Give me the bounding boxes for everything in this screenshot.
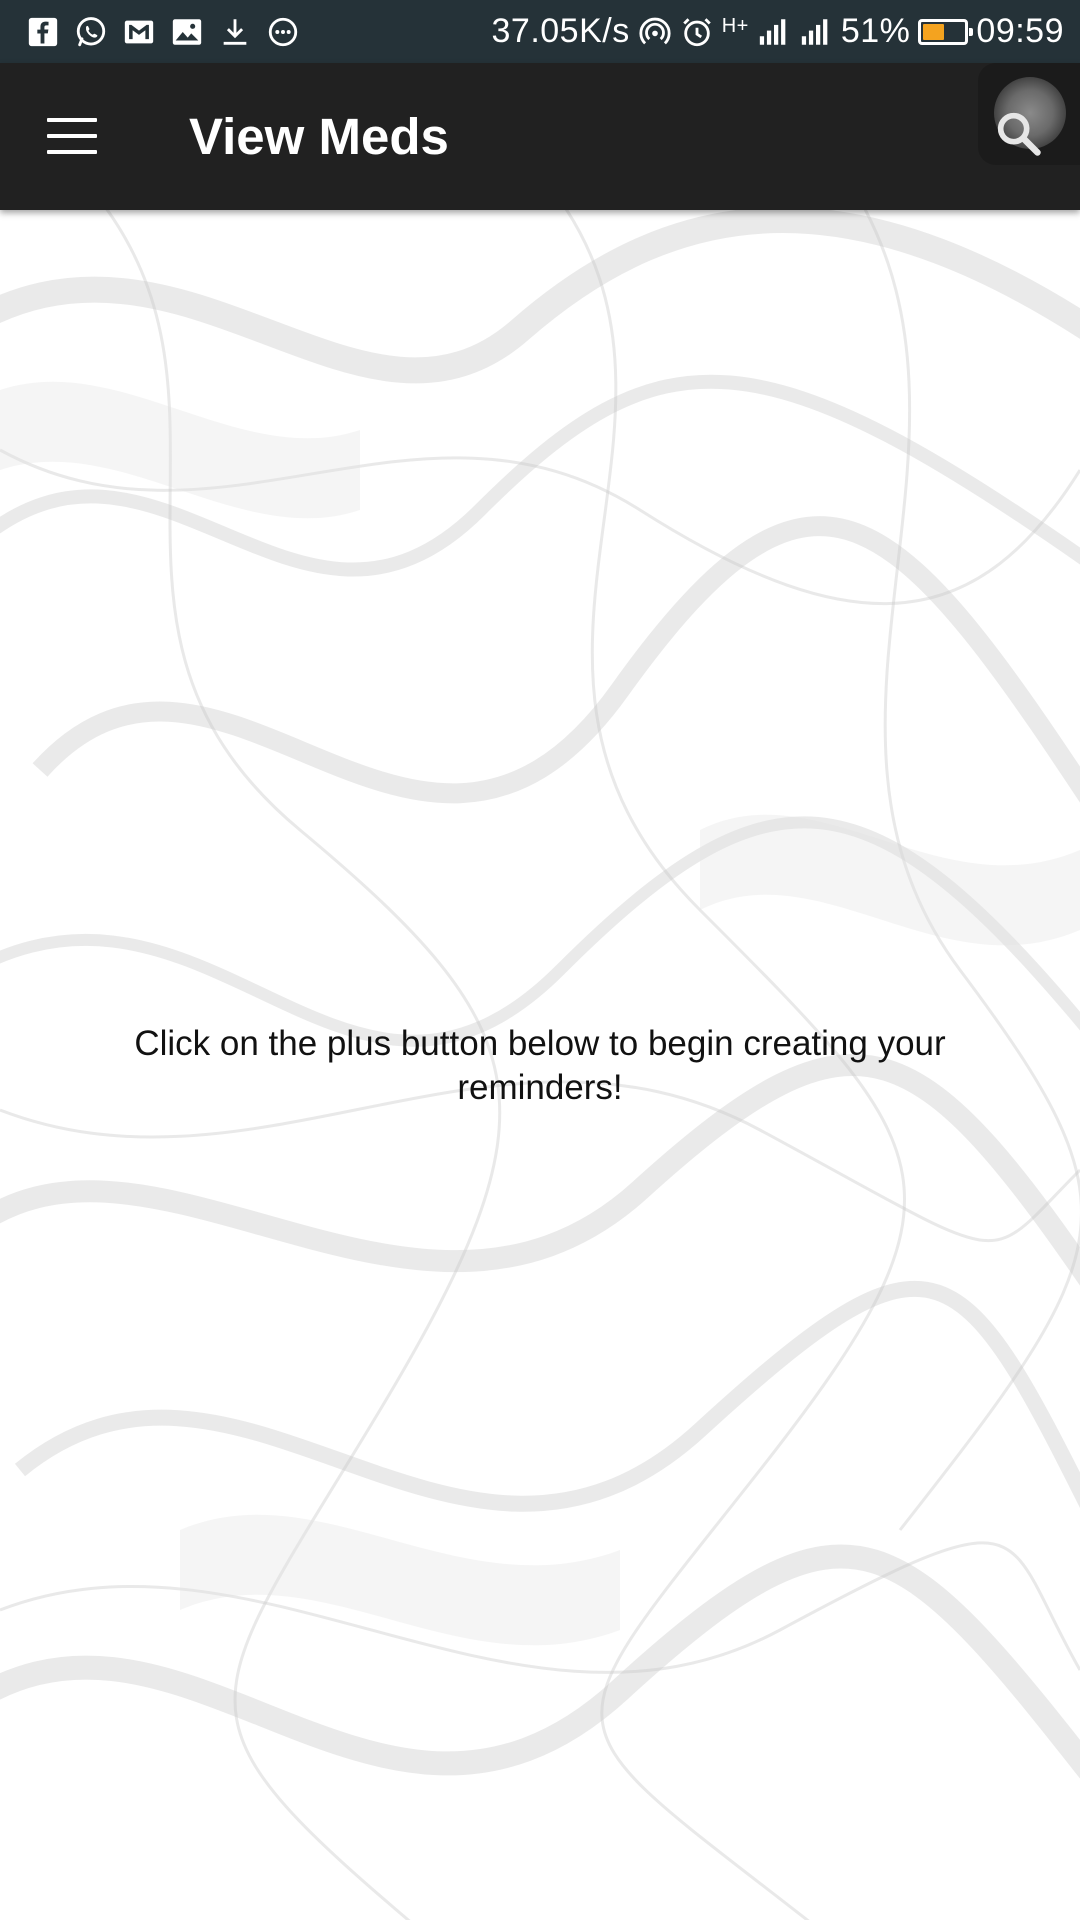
- facebook-icon: [26, 15, 60, 49]
- clock: 09:59: [976, 12, 1064, 50]
- hamburger-menu-icon: [47, 118, 97, 154]
- app-bar: View Meds: [0, 63, 1080, 210]
- page-title: View Meds: [189, 108, 449, 165]
- menu-button[interactable]: [36, 103, 108, 169]
- network-speed: 37.05K/s: [491, 12, 630, 50]
- network-type: H+: [721, 15, 749, 37]
- signal-icon: [799, 15, 833, 49]
- alarm-icon: [680, 15, 714, 49]
- signal-icon: [757, 15, 791, 49]
- battery-percent: 51%: [840, 12, 911, 50]
- empty-state-message: Click on the plus button below to begin …: [134, 1024, 946, 1107]
- search-button[interactable]: [978, 63, 1080, 165]
- whatsapp-icon: [74, 15, 108, 49]
- search-icon: [992, 107, 1044, 159]
- download-icon: [218, 15, 252, 49]
- battery-icon: [918, 18, 974, 45]
- more-icon: [266, 15, 300, 49]
- battery-level: [923, 23, 944, 40]
- status-bar: 37.05K/s H+ 51% 09:59: [0, 0, 1080, 63]
- gallery-icon: [170, 15, 204, 49]
- gmail-icon: [122, 15, 156, 49]
- system-status: 37.05K/s H+ 51% 09:59: [492, 12, 1065, 51]
- hotspot-icon: [638, 15, 672, 49]
- notification-icons: [26, 15, 300, 49]
- view-meds-screen: 37.05K/s H+ 51% 09:59 View Meds Click on…: [0, 0, 1080, 1920]
